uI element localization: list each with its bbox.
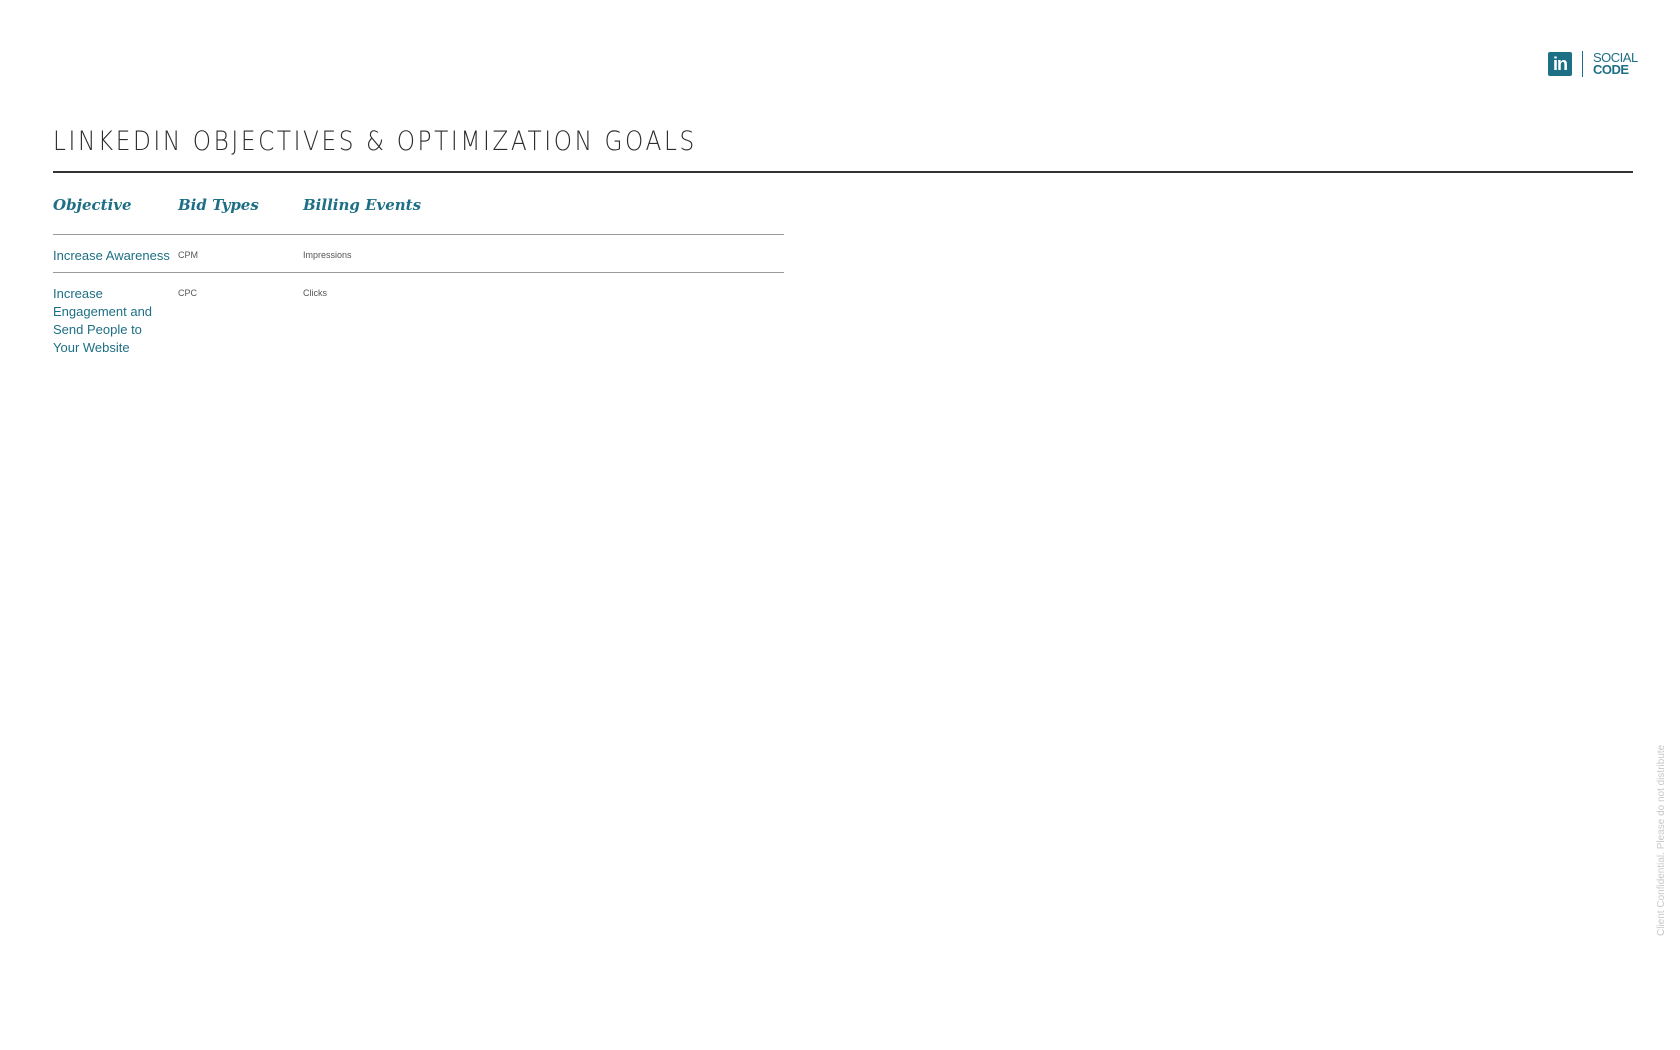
brand-logo: in SOCIAL CODE: [1548, 51, 1638, 77]
confidential-note: Client Confidential. Please do not distr…: [1656, 744, 1667, 936]
slide-page: in SOCIAL CODE LINKEDIN OBJECTIVES & OPT…: [0, 0, 1680, 1050]
logo-divider: [1582, 51, 1583, 77]
objectives-table: Objective Bid Types Billing Events Incre…: [53, 186, 784, 364]
billing-event-cell: Clicks: [303, 288, 327, 298]
socialcode-logo: SOCIAL CODE: [1593, 51, 1638, 77]
table-row: Increase Awareness CPM Impressions: [53, 235, 784, 273]
header-billing-events: Billing Events: [303, 196, 422, 214]
table-row: Increase Engagement and Send People to Y…: [53, 273, 784, 364]
linkedin-logo-icon: in: [1548, 52, 1572, 76]
table-header-row: Objective Bid Types Billing Events: [53, 186, 784, 235]
objective-cell: Increase Engagement and Send People to Y…: [53, 286, 153, 355]
billing-event-cell: Impressions: [303, 250, 352, 260]
header-objective: Objective: [53, 196, 132, 214]
title-divider: [53, 171, 1633, 173]
objective-cell: Increase Awareness: [53, 248, 170, 263]
page-title: LINKEDIN OBJECTIVES & OPTIMIZATION GOALS: [53, 126, 697, 157]
socialcode-logo-line2: CODE: [1593, 62, 1629, 77]
header-bid-types: Bid Types: [178, 196, 259, 214]
bid-type-cell: CPC: [178, 288, 198, 298]
bid-type-cell: CPM: [178, 250, 198, 260]
